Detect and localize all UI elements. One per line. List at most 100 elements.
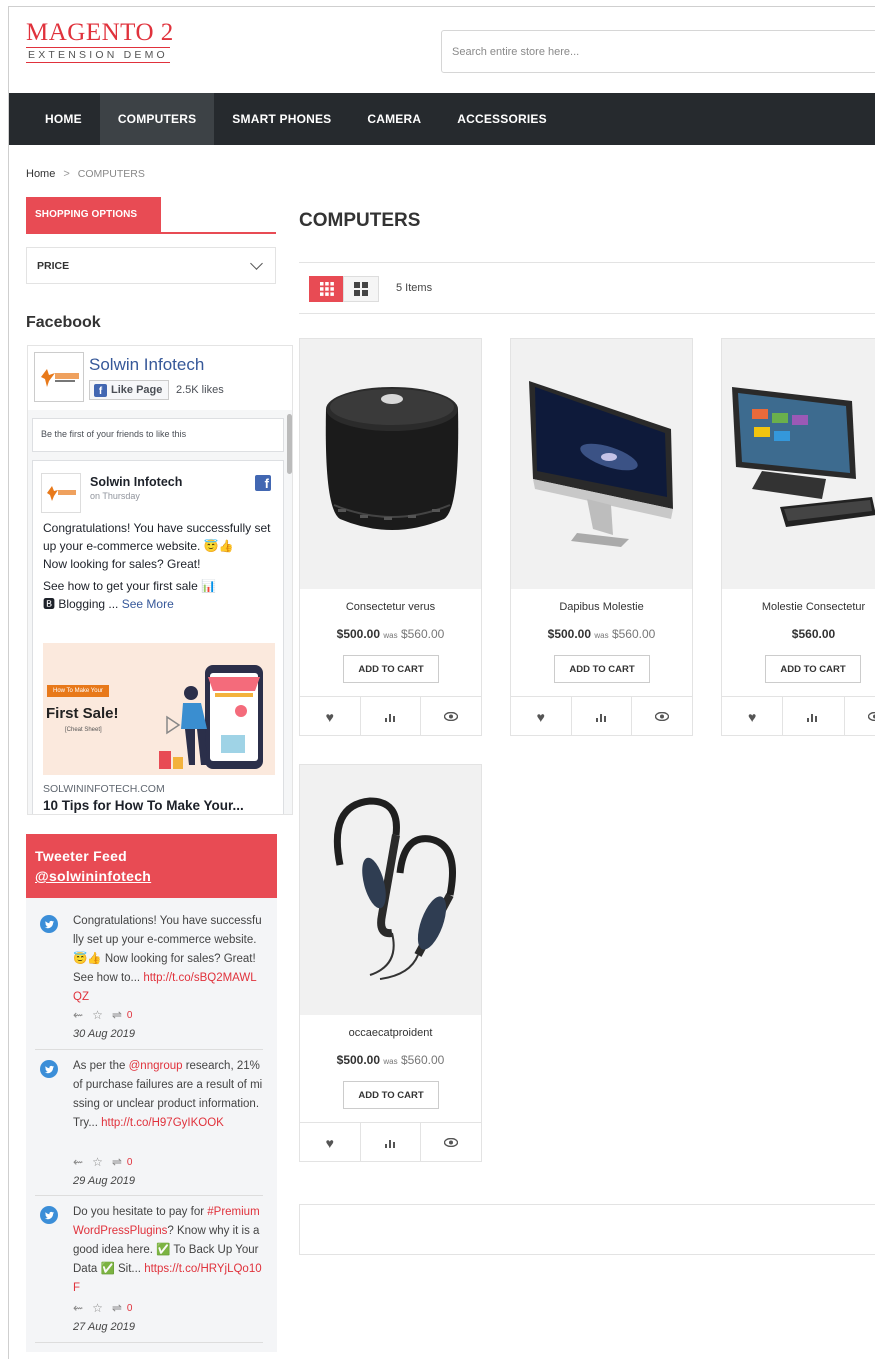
logo-subtitle: EXTENSION DEMO <box>26 47 170 63</box>
nav-item-camera[interactable]: CAMERA <box>349 93 439 145</box>
retweet-icon[interactable]: ⇌ <box>112 1301 122 1315</box>
nav-item-home[interactable]: HOME <box>9 93 100 145</box>
speaker-image <box>300 339 481 589</box>
product-card: Dapibus Molestie $500.00 was $560.00 ADD… <box>510 338 693 736</box>
facebook-icon[interactable]: f <box>255 475 271 491</box>
final-price: $560.00 <box>791 627 836 641</box>
facebook-title: Facebook <box>26 314 101 331</box>
main-nav: HOME COMPUTERS SMART PHONES CAMERA ACCES… <box>9 93 875 145</box>
product-image[interactable] <box>722 339 875 589</box>
nav-item-accessories[interactable]: ACCESSORIES <box>439 93 565 145</box>
product-name[interactable]: occaecatproident <box>300 1027 481 1039</box>
compare-bar-chart-icon[interactable] <box>361 697 422 736</box>
wishlist-heart-icon[interactable]: ♥ <box>300 697 361 736</box>
facebook-scrollbar[interactable] <box>287 414 292 474</box>
price-filter-label: PRICE <box>37 259 70 272</box>
tweet-item: Congratulations! You have successfully s… <box>35 906 263 1050</box>
solwin-logo-icon[interactable] <box>34 352 84 402</box>
tweet-text: Do you hesitate to pay for #PremiumWordP… <box>73 1203 263 1298</box>
quick-view-eye-icon[interactable] <box>845 697 875 736</box>
price-filter[interactable]: PRICE <box>26 247 276 284</box>
shopping-options-header: SHOPPING OPTIONS <box>26 197 276 234</box>
compare-bar-chart-icon[interactable] <box>572 697 633 736</box>
reply-icon[interactable]: ⇜ <box>73 1155 83 1169</box>
add-to-cart-button[interactable]: ADD TO CART <box>765 655 861 683</box>
see-more-link[interactable]: See More <box>122 597 174 611</box>
product-actions: ♥ <box>722 696 875 736</box>
post-avatar-icon[interactable] <box>41 473 81 513</box>
favorite-star-icon[interactable]: ☆ <box>92 1008 103 1022</box>
tweet-link[interactable]: http://t.co/H97GyIKOOK <box>101 1117 224 1129</box>
retweet-icon[interactable]: ⇌ <box>112 1008 122 1022</box>
product-price: $560.00 <box>722 627 875 641</box>
breadcrumb: Home > COMPUTERS <box>26 168 145 180</box>
twitter-handle-link[interactable]: @solwininfotech <box>35 866 268 886</box>
was-label: was <box>383 631 398 640</box>
tweet-actions: ⇜ ☆ ⇌ 0 <box>73 1008 132 1022</box>
product-name[interactable]: Consectetur verus <box>300 601 481 613</box>
tweet-text: Congratulations! You have successfully s… <box>73 912 263 1007</box>
tweet-actions: ⇜ ☆ ⇌ 0 <box>73 1301 132 1315</box>
twitter-bird-icon <box>40 1060 58 1078</box>
grid-view-button[interactable] <box>309 276 345 302</box>
product-price: $500.00 was $560.00 <box>300 1053 481 1067</box>
search-input[interactable] <box>441 30 875 73</box>
quick-view-eye-icon[interactable] <box>421 697 481 736</box>
old-price: $560.00 <box>400 627 445 641</box>
twitter-feed-title: Tweeter Feed <box>35 848 128 864</box>
logo-title: MAGENTO 2 <box>26 19 174 46</box>
reply-icon[interactable]: ⇜ <box>73 1008 83 1022</box>
twitter-bird-icon <box>40 1206 58 1224</box>
all-in-one-pc-image <box>722 339 875 589</box>
post-image-tag: How To Make Your <box>47 685 109 697</box>
retweet-icon[interactable]: ⇌ <box>112 1155 122 1169</box>
favorite-star-icon[interactable]: ☆ <box>92 1301 103 1315</box>
store-logo[interactable]: MAGENTO 2 EXTENSION DEMO <box>26 20 174 63</box>
nav-item-smart-phones[interactable]: SMART PHONES <box>214 93 349 145</box>
retweet-count: 0 <box>126 1302 133 1314</box>
product-actions: ♥ <box>300 1122 481 1162</box>
facebook-timeline[interactable]: Be the first of your friends to like thi… <box>28 410 292 814</box>
post-link-title[interactable]: 10 Tips for How To Make Your... <box>43 798 244 813</box>
add-to-cart-button[interactable]: ADD TO CART <box>343 655 439 683</box>
twitter-feed-header: Tweeter Feed @solwininfotech <box>26 834 277 898</box>
wishlist-heart-icon[interactable]: ♥ <box>722 697 784 736</box>
product-image[interactable] <box>300 339 481 589</box>
wishlist-heart-icon[interactable]: ♥ <box>300 1123 361 1162</box>
compare-bar-chart-icon[interactable] <box>361 1123 422 1162</box>
facebook-page-name[interactable]: Solwin Infotech <box>89 355 204 375</box>
post-time[interactable]: on Thursday <box>90 491 140 501</box>
list-view-button[interactable] <box>343 276 379 302</box>
breadcrumb-home[interactable]: Home <box>26 168 55 180</box>
favorite-star-icon[interactable]: ☆ <box>92 1155 103 1169</box>
product-name[interactable]: Molestie Consectetur <box>722 601 875 613</box>
tweet-date: 30 Aug 2019 <box>73 1028 135 1040</box>
post-author[interactable]: Solwin Infotech <box>90 475 182 489</box>
like-page-button[interactable]: f Like Page <box>89 380 170 400</box>
wishlist-heart-icon[interactable]: ♥ <box>511 697 572 736</box>
quick-view-eye-icon[interactable] <box>632 697 692 736</box>
product-name[interactable]: Dapibus Molestie <box>511 601 692 613</box>
tweet-mention-link[interactable]: @nngroup <box>129 1060 183 1072</box>
add-to-cart-button[interactable]: ADD TO CART <box>343 1081 439 1109</box>
product-image[interactable] <box>300 765 481 1015</box>
reply-icon[interactable]: ⇜ <box>73 1301 83 1315</box>
facebook-f-icon: f <box>94 383 107 397</box>
post-line-3: See how to get your first sale 📊 <box>43 579 217 593</box>
post-link-domain[interactable]: SOLWININFOTECH.COM <box>43 783 165 795</box>
breadcrumb-current: COMPUTERS <box>77 168 145 180</box>
tweet-actions: ⇜ ☆ ⇌ 0 <box>73 1155 132 1169</box>
post-image[interactable]: How To Make Your First Sale! [Cheat Shee… <box>43 643 275 775</box>
shop-illustration-icon <box>159 665 263 769</box>
tweet-item: Do you hesitate to pay for #PremiumWordP… <box>35 1197 263 1343</box>
product-actions: ♥ <box>300 696 481 736</box>
final-price: $500.00 <box>336 627 381 641</box>
quick-view-eye-icon[interactable] <box>421 1123 481 1162</box>
product-image[interactable] <box>511 339 692 589</box>
nav-item-computers[interactable]: COMPUTERS <box>99 93 215 145</box>
add-to-cart-button[interactable]: ADD TO CART <box>554 655 650 683</box>
compare-bar-chart-icon[interactable] <box>783 697 845 736</box>
facebook-like-count: 2.5K likes <box>176 384 224 396</box>
breadcrumb-separator-icon: > <box>63 168 70 180</box>
retweet-count: 0 <box>126 1009 133 1021</box>
